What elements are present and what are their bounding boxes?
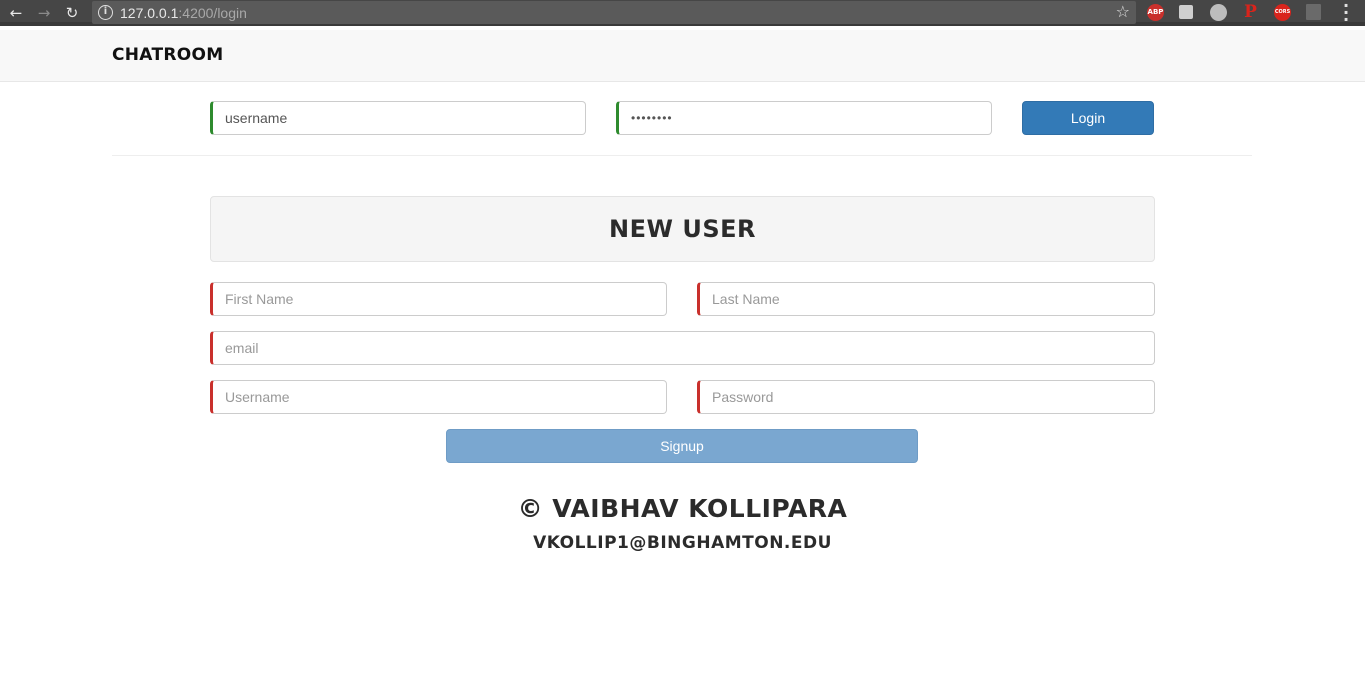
- browser-toolbar: ← → ↻ i 127.0.0.1:4200/login ☆ ABP P COR…: [0, 0, 1365, 28]
- back-button[interactable]: ←: [3, 0, 29, 26]
- reload-icon: ↻: [65, 4, 79, 22]
- film-icon[interactable]: [1306, 4, 1321, 20]
- notes-icon[interactable]: [1179, 5, 1193, 19]
- pinterest-icon[interactable]: P: [1242, 4, 1259, 21]
- footer-email: VKOLLIP1@BINGHAMTON.EDU: [533, 533, 832, 553]
- info-icon[interactable]: i: [98, 5, 113, 20]
- footer-author: © VAIBHAV KOLLIPARA: [517, 494, 848, 523]
- signup-button[interactable]: Signup: [446, 429, 918, 463]
- login-password-input[interactable]: ••••••••: [616, 101, 992, 135]
- brand-logo[interactable]: CHATROOM: [112, 45, 223, 65]
- cors-icon[interactable]: CORS: [1274, 4, 1291, 21]
- arrow-right-icon: →: [37, 4, 51, 22]
- reload-button[interactable]: ↻: [59, 0, 85, 26]
- url-path: :4200/login: [178, 5, 247, 21]
- url-text[interactable]: 127.0.0.1:4200/login: [120, 5, 247, 21]
- url-host: 127.0.0.1: [120, 5, 179, 21]
- last-name-field[interactable]: Last Name: [697, 282, 1155, 316]
- signup-password-field[interactable]: Password: [697, 380, 1155, 414]
- cloud-icon[interactable]: [1210, 4, 1227, 21]
- new-user-heading: NEW USER: [210, 196, 1155, 262]
- first-name-field[interactable]: First Name: [210, 282, 667, 316]
- bookmark-star-icon[interactable]: ☆: [1116, 2, 1130, 21]
- address-bar[interactable]: i 127.0.0.1:4200/login ☆: [92, 1, 1136, 24]
- browser-menu-icon[interactable]: · · ·: [1340, 0, 1352, 28]
- login-username-input[interactable]: username: [210, 101, 586, 135]
- email-field[interactable]: email: [210, 331, 1155, 365]
- login-button[interactable]: Login: [1022, 101, 1154, 135]
- adblock-icon[interactable]: ABP: [1147, 4, 1164, 21]
- signup-username-field[interactable]: Username: [210, 380, 667, 414]
- arrow-left-icon: ←: [9, 4, 23, 22]
- forward-button[interactable]: →: [31, 0, 57, 26]
- app-navbar: CHATROOM: [0, 30, 1365, 82]
- divider: [112, 155, 1252, 156]
